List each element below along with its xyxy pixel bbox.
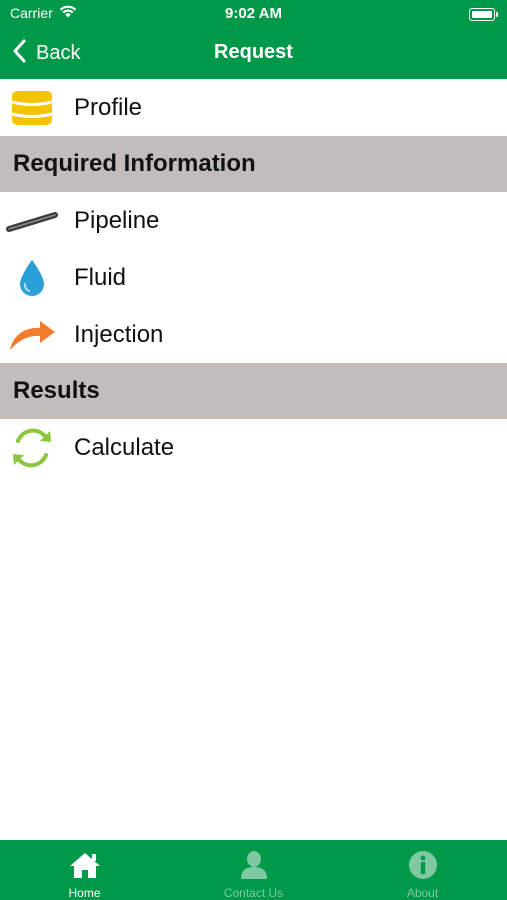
navigation-bar: Back Request — [0, 28, 507, 79]
menu-item-label: Injection — [74, 320, 164, 348]
section-header-required: Required Information — [0, 136, 507, 192]
menu-item-fluid[interactable]: Fluid — [0, 249, 507, 306]
chevron-left-icon — [12, 39, 26, 68]
back-button[interactable]: Back — [12, 38, 80, 68]
section-header-results: Results — [0, 363, 507, 419]
tab-label: Home — [68, 886, 101, 900]
menu-item-pipeline[interactable]: Pipeline — [0, 192, 507, 249]
tab-about[interactable]: About — [338, 840, 507, 900]
pipe-icon — [2, 192, 62, 249]
database-icon — [2, 79, 62, 136]
menu-item-calculate[interactable]: Calculate — [0, 419, 507, 476]
info-icon — [408, 848, 438, 882]
menu-item-label: Profile — [74, 93, 143, 121]
tab-label: About — [406, 886, 439, 900]
curved-arrow-icon — [2, 306, 62, 363]
refresh-icon — [2, 419, 62, 476]
menu-item-label: Calculate — [74, 433, 175, 461]
tab-contact-us[interactable]: Contact Us — [169, 840, 338, 900]
battery-icon — [469, 8, 498, 21]
menu-item-injection[interactable]: Injection — [0, 306, 507, 363]
home-icon — [69, 848, 101, 882]
menu-item-label: Fluid — [74, 263, 127, 291]
person-icon — [240, 848, 268, 882]
request-menu: Profile Required Information Pipeline Fl… — [0, 79, 507, 476]
tab-label: Contact Us — [223, 886, 284, 900]
droplet-icon — [2, 249, 62, 306]
back-label: Back — [36, 41, 81, 64]
status-time: 9:02 AM — [225, 5, 282, 22]
menu-item-profile[interactable]: Profile — [0, 79, 507, 136]
status-bar: Carrier 9:02 AM — [0, 0, 507, 28]
tab-home[interactable]: Home — [0, 840, 169, 900]
tab-bar: Home Contact Us About — [0, 840, 507, 900]
menu-item-label: Pipeline — [74, 206, 160, 234]
